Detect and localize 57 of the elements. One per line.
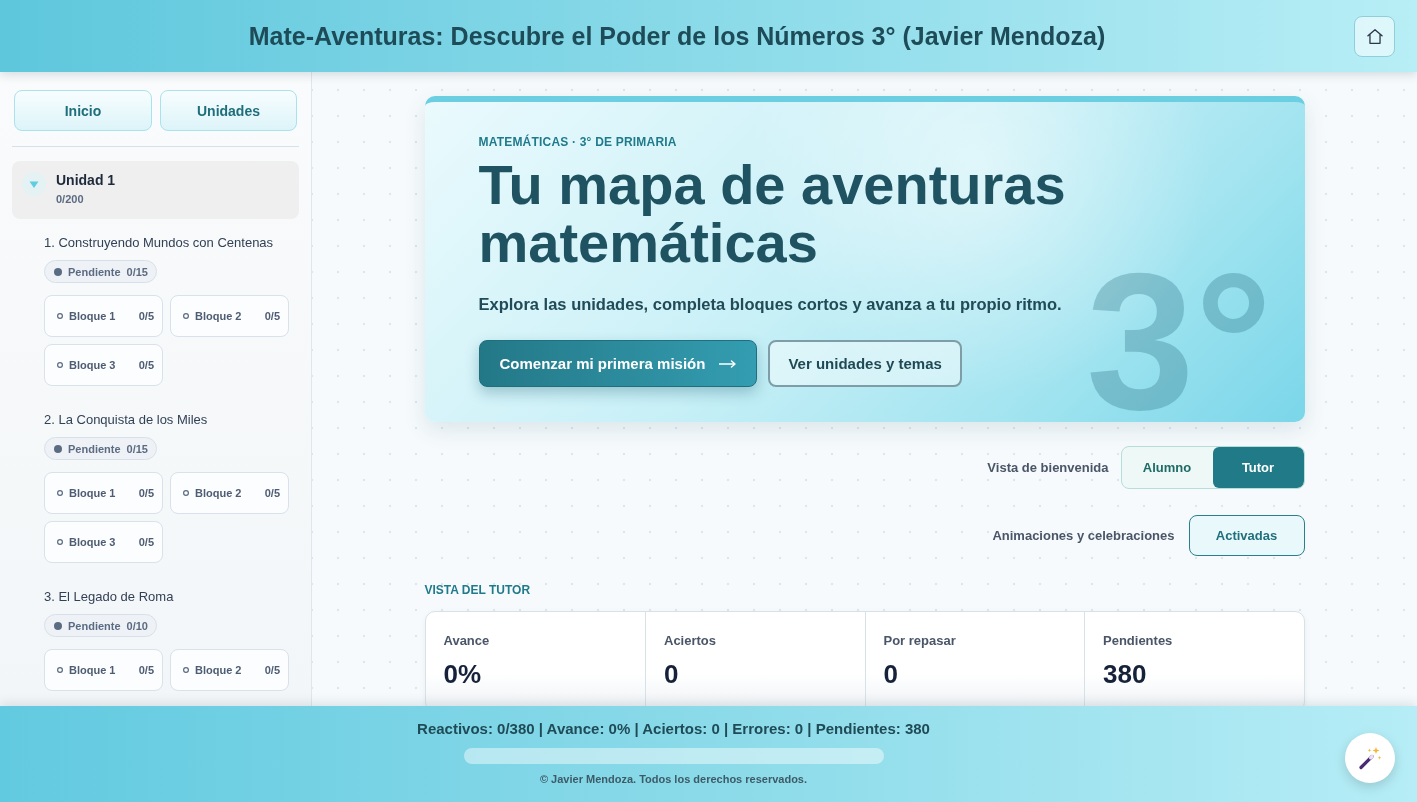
- status-label: Pendiente: [68, 265, 121, 278]
- ring-icon: [57, 667, 63, 673]
- status-count: 0/15: [126, 265, 148, 278]
- block-item[interactable]: Bloque 1 0/5: [44, 295, 163, 337]
- block-item[interactable]: Bloque 1 0/5: [44, 472, 163, 514]
- animations-toggle[interactable]: Activadas: [1188, 515, 1305, 556]
- app-title: Mate-Aventuras: Descubre el Poder de los Números 3° (Javier Mendoza): [247, 21, 1107, 51]
- ring-icon: [57, 313, 63, 319]
- block-item[interactable]: Bloque 2 0/5: [170, 295, 289, 337]
- stat-value: 380: [1103, 659, 1147, 689]
- arrow-right-icon: [719, 359, 737, 368]
- status-dot-icon: [54, 267, 62, 276]
- hero-subtitle: Explora las unidades, completa bloques cortos y avanza a tu propio ritmo.: [478, 294, 1062, 315]
- stat-label: Por repasar: [883, 633, 956, 649]
- ring-icon: [57, 490, 63, 496]
- animations-label: Animaciones y celebraciones: [992, 528, 1175, 543]
- hero-title: Tu mapa de aventuras matemáticas: [478, 156, 1067, 272]
- status-count: 0/10: [126, 619, 148, 632]
- ring-icon: [183, 313, 189, 319]
- status-label: Pendiente: [68, 619, 121, 632]
- ring-icon: [57, 362, 63, 368]
- section-heading: VISTA DEL TUTOR: [424, 583, 531, 597]
- magic-wand-icon: [1358, 746, 1382, 770]
- stat-label: Avance: [443, 633, 490, 649]
- nav-button[interactable]: Unidades: [160, 90, 297, 131]
- status-label: Pendiente: [68, 442, 121, 455]
- units-button[interactable]: Ver unidades y temas: [768, 340, 962, 387]
- stat-value: 0: [664, 659, 679, 689]
- block-item[interactable]: Bloque 1 0/5: [44, 649, 163, 691]
- stat-label: Pendientes: [1103, 633, 1173, 649]
- view-label: Vista de bienvenida: [987, 460, 1109, 475]
- stat-label: Aciertos: [664, 633, 717, 649]
- stat-value: 0%: [443, 659, 482, 689]
- nav-button[interactable]: Inicio: [14, 90, 152, 131]
- block-item[interactable]: Bloque 3 0/5: [44, 344, 163, 386]
- status-count: 0/15: [126, 442, 148, 455]
- block-item[interactable]: Bloque 2 0/5: [170, 649, 289, 691]
- ring-icon: [57, 539, 63, 545]
- summary-text: Reactivos: 0/380 | Avance: 0% | Aciertos: 0 | Errores: 0 | Pendientes: 380: [417, 720, 930, 738]
- eyebrow-label: MATEMÁTICAS · 3° DE PRIMARIA: [478, 135, 677, 149]
- lesson-title: 1. Construyendo Mundos con Centenas: [44, 235, 274, 250]
- view-option[interactable]: Alumno: [1121, 447, 1213, 488]
- lesson-title: 2. La Conquista de los Miles: [44, 412, 208, 427]
- block-item[interactable]: Bloque 2 0/5: [170, 472, 289, 514]
- status-dot-icon: [54, 621, 62, 630]
- ring-icon: [183, 667, 189, 673]
- start-button[interactable]: Comenzar mi primera misión: [478, 340, 758, 387]
- home-icon: [1366, 28, 1383, 44]
- block-item[interactable]: Bloque 3 0/5: [44, 521, 163, 563]
- lesson-title: 3. El Legado de Roma: [44, 589, 174, 604]
- view-option[interactable]: Tutor: [1212, 447, 1304, 488]
- unit-header[interactable]: Unidad 1 0/200: [12, 161, 299, 219]
- ring-icon: [183, 490, 189, 496]
- status-dot-icon: [54, 444, 62, 453]
- copyright-text: © Javier Mendoza. Todos los derechos reservados.: [539, 772, 808, 786]
- home-button[interactable]: [1354, 15, 1395, 57]
- stat-value: 0: [883, 659, 898, 689]
